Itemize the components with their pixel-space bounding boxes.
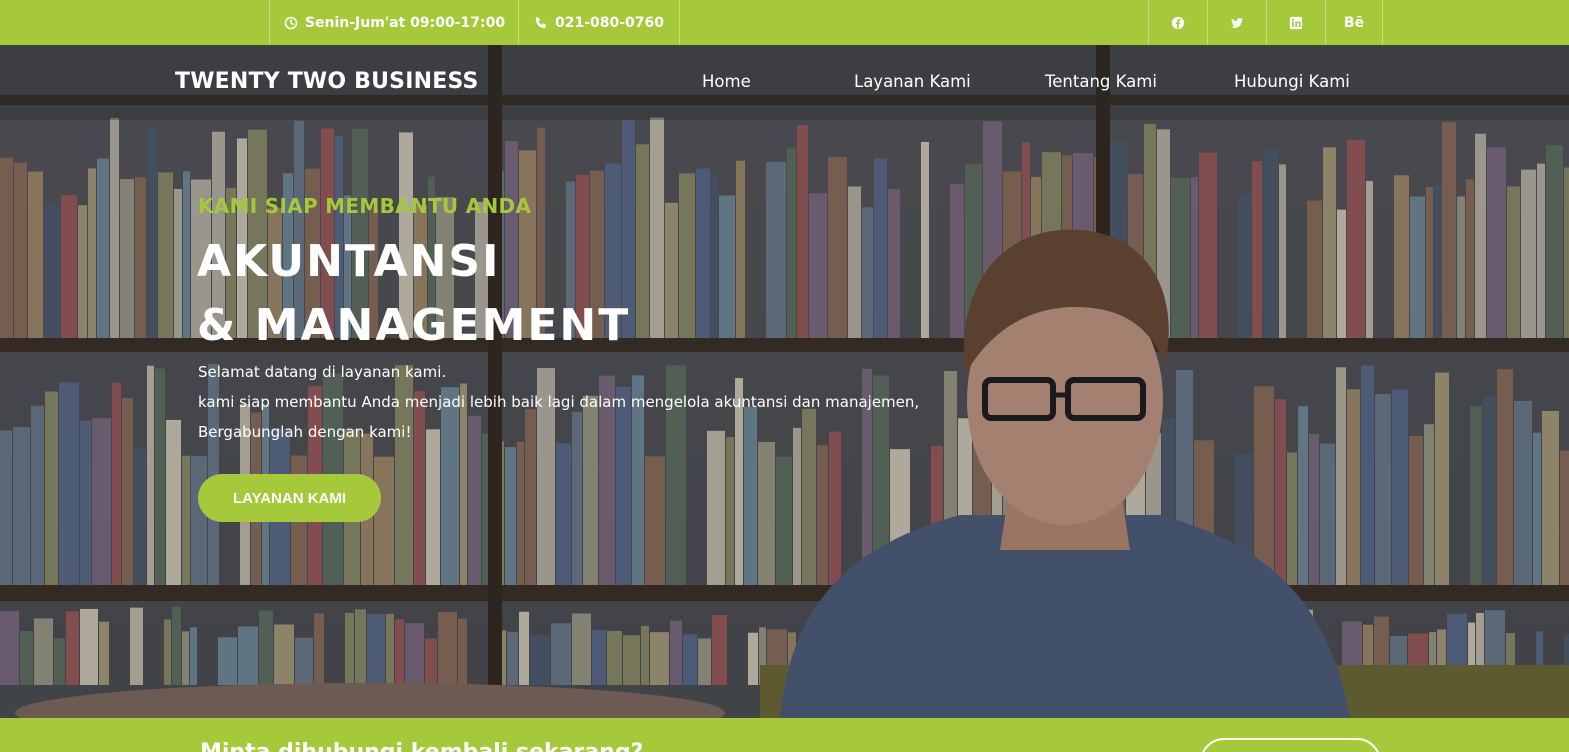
hero-description: Selamat datang di layanan kami. kami sia… <box>198 357 919 447</box>
hero-description-line-3: Bergabunglah dengan kami! <box>198 423 412 441</box>
nav-link-layanan-kami[interactable]: Layanan Kami <box>854 72 971 91</box>
contact-strip: Minta dihubungi kembali sekarang? <box>0 718 1569 752</box>
top-bar: Senin-Jum'at 09:00-17:00 021-080-0760 Bē <box>0 0 1569 45</box>
behance-icon: Bē <box>1343 14 1365 31</box>
phone-number-text: 021-080-0760 <box>554 14 665 31</box>
business-hours-text: Senin-Jum'at 09:00-17:00 <box>304 14 506 31</box>
phone-icon <box>535 16 546 28</box>
hero-description-line-2: kami siap membantu Anda menjadi lebih ba… <box>198 393 920 411</box>
contact-strip-button[interactable] <box>1200 738 1381 752</box>
nav-link-home[interactable]: Home <box>702 72 751 91</box>
layanan-kami-button[interactable]: LAYANAN KAMI <box>198 474 381 522</box>
hero-section: TWENTY TWO BUSINESS Home Layanan Kami Te… <box>0 45 1569 718</box>
clock-icon <box>284 16 298 29</box>
hero-title: AKUNTANSI & MANAGEMENT <box>197 230 630 358</box>
facebook-icon <box>1171 16 1184 29</box>
twitter-link[interactable] <box>1207 0 1265 45</box>
business-hours: Senin-Jum'at 09:00-17:00 <box>269 0 519 45</box>
brand-logo[interactable]: TWENTY TWO BUSINESS <box>175 69 479 94</box>
hero-title-line-2: & MANAGEMENT <box>197 300 631 351</box>
hero-description-line-1: Selamat datang di layanan kami. <box>198 363 447 381</box>
linkedin-icon <box>1289 16 1302 29</box>
contact-strip-text: Minta dihubungi kembali sekarang? <box>200 740 643 752</box>
linkedin-link[interactable] <box>1266 0 1324 45</box>
hero-title-line-1: AKUNTANSI <box>197 236 501 287</box>
facebook-link[interactable] <box>1148 0 1206 45</box>
twitter-icon <box>1230 17 1243 28</box>
main-navigation: TWENTY TWO BUSINESS Home Layanan Kami Te… <box>0 45 1569 120</box>
behance-link[interactable]: Bē <box>1325 0 1383 45</box>
nav-link-hubungi-kami[interactable]: Hubungi Kami <box>1234 72 1350 91</box>
nav-link-tentang-kami[interactable]: Tentang Kami <box>1045 72 1157 91</box>
phone-number[interactable]: 021-080-0760 <box>518 0 680 45</box>
hero-kicker: KAMI SIAP MEMBANTU ANDA <box>198 194 532 218</box>
